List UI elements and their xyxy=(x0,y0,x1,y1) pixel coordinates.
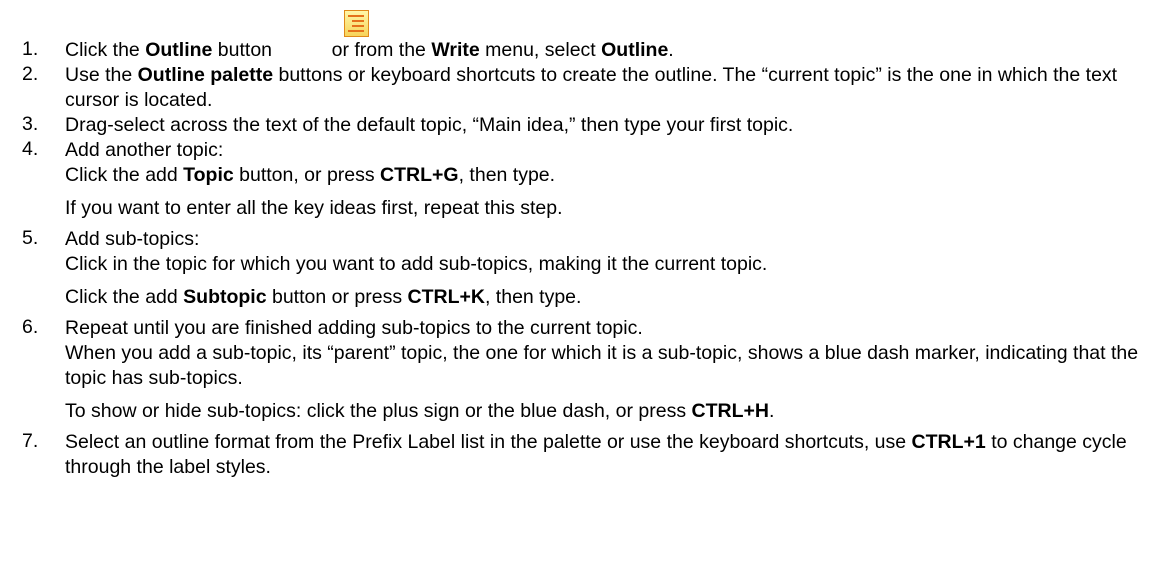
step-number: 2. xyxy=(22,63,39,85)
text-run: Use the xyxy=(65,64,138,86)
text-run: menu, select xyxy=(479,39,602,61)
text-run: Add another topic: xyxy=(65,139,224,161)
step-paragraph: When you add a sub-topic, its “parent” t… xyxy=(65,341,1150,391)
text-run: . xyxy=(768,400,775,422)
text-run: Click the add xyxy=(65,286,184,308)
bold-term: CTRL+G xyxy=(380,164,459,186)
outline-button-icon xyxy=(344,10,369,37)
text-run: Repeat until you are finished adding sub… xyxy=(65,317,643,339)
text-run: Click the add xyxy=(65,164,184,186)
step-item: 2. Use the Outline palette buttons or key… xyxy=(0,63,1150,113)
step-item: 6. Repeat until you are finished adding s… xyxy=(0,316,1150,424)
bold-term: Subtopic xyxy=(183,286,267,308)
text-run: . xyxy=(668,39,674,61)
text-run: button or press xyxy=(266,286,408,308)
bold-term: Outline xyxy=(145,39,213,61)
step-paragraph: Click the add Topic button, or press CTR… xyxy=(65,163,1150,188)
step-paragraph: Click the add Subtopic button or press C… xyxy=(65,285,1150,310)
text-run: Click in the topic for which you want to… xyxy=(65,253,768,275)
step-text: Add another topic: xyxy=(65,138,1150,163)
step-text: Add sub-topics: xyxy=(65,227,1150,252)
bold-term: Outline palette xyxy=(137,64,274,86)
step-number: 3. xyxy=(22,113,39,135)
bold-term: CTRL+K xyxy=(407,286,485,308)
text-run: Select an outline format from the Prefix… xyxy=(65,431,912,453)
step-text: Repeat until you are finished adding sub… xyxy=(65,316,1150,341)
text-run: Drag-select across the text of the defau… xyxy=(65,114,794,136)
text-run: or from the xyxy=(331,39,432,61)
text-run: , then type. xyxy=(458,164,556,186)
text-run: button xyxy=(212,39,278,61)
text-run: To show or hide sub-topics: click the pl… xyxy=(65,400,692,422)
step-number: 1. xyxy=(22,38,39,60)
step-paragraph: To show or hide sub-topics: click the pl… xyxy=(65,399,1150,424)
text-run: Click the xyxy=(65,39,146,61)
bold-term: CTRL+H xyxy=(691,400,769,422)
instructions-page: 1. Click the Outline button or from the W… xyxy=(0,0,1158,582)
step-paragraph: Click in the topic for which you want to… xyxy=(65,252,1150,277)
bold-term: Outline xyxy=(601,39,669,61)
step-text: Click the Outline button or from the Wri… xyxy=(65,38,1150,63)
bold-term: Topic xyxy=(183,164,234,186)
step-text: Select an outline format from the Prefix… xyxy=(65,430,1150,480)
text-run: , then type. xyxy=(484,286,582,308)
steps-list: 1. Click the Outline button or from the W… xyxy=(0,38,1150,480)
text-run: button, or press xyxy=(233,164,381,186)
step-item: 3. Drag-select across the text of the def… xyxy=(0,113,1150,138)
text-run xyxy=(277,39,331,61)
bold-term: Write xyxy=(431,39,480,61)
step-item: 5. Add sub-topics: Click in the topic for … xyxy=(0,227,1150,310)
step-text: Use the Outline palette buttons or keybo… xyxy=(65,63,1150,113)
bold-term: CTRL+1 xyxy=(911,431,986,453)
step-item: 7. Select an outline format from the Pref… xyxy=(0,430,1150,480)
step-number: 7. xyxy=(22,430,39,452)
step-item: 4. Add another topic: Click the add Topic … xyxy=(0,138,1150,221)
step-number: 4. xyxy=(22,138,39,160)
text-run: When you add a sub-topic, its “parent” t… xyxy=(65,342,1139,389)
text-run: If you want to enter all the key ideas f… xyxy=(65,197,563,219)
text-run: Add sub-topics: xyxy=(65,228,200,250)
step-paragraph: If you want to enter all the key ideas f… xyxy=(65,196,1150,221)
step-text: Drag-select across the text of the defau… xyxy=(65,113,1150,138)
step-number: 5. xyxy=(22,227,39,249)
step-number: 6. xyxy=(22,316,39,338)
step-item: 1. Click the Outline button or from the W… xyxy=(0,38,1150,63)
